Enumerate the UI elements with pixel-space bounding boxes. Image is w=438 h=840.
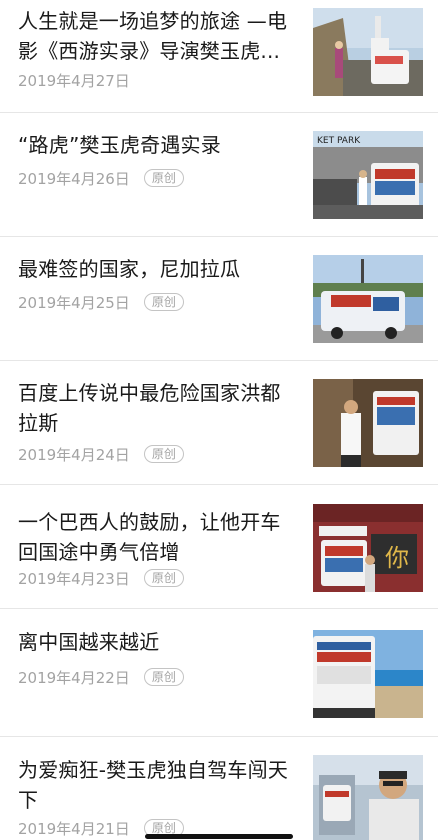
article-thumbnail[interactable] — [313, 8, 423, 96]
article-date: 2019年4月21日 — [18, 819, 130, 838]
article-meta: 2019年4月25日 原创 — [18, 291, 184, 313]
article-title[interactable]: 一个巴西人的鼓励，让他开车回国途中勇气倍增 — [18, 507, 300, 567]
article-item[interactable]: 人生就是一场追梦的旅途 —电影《西游实录》导演樊玉虎... 2019年4月27日 — [0, 0, 438, 113]
article-date: 2019年4月25日 — [18, 293, 130, 312]
thumbnail-image — [313, 630, 423, 718]
article-meta: 2019年4月22日 原创 — [18, 666, 184, 688]
original-badge: 原创 — [143, 445, 184, 463]
article-thumbnail[interactable]: KET PARK — [313, 131, 423, 219]
thumbnail-image — [313, 755, 423, 840]
article-date: 2019年4月22日 — [18, 668, 130, 687]
article-title[interactable]: 离中国越来越近 — [18, 627, 300, 657]
home-indicator[interactable] — [145, 834, 293, 839]
thumbnail-image — [313, 379, 423, 467]
article-meta: 2019年4月23日 原创 — [18, 567, 184, 589]
thumbnail-image — [313, 255, 423, 343]
article-thumbnail[interactable] — [313, 379, 423, 467]
article-title[interactable]: 最难签的国家，尼加拉瓜 — [18, 254, 300, 284]
article-item[interactable]: 一个巴西人的鼓励，让他开车回国途中勇气倍增 2019年4月23日 原创 你 — [0, 485, 438, 609]
article-title[interactable]: “路虎”樊玉虎奇遇实录 — [18, 130, 300, 160]
article-item[interactable]: 为爱痴狂-樊玉虎独自驾车闯天下 2019年4月21日 原创 — [0, 737, 438, 840]
article-date: 2019年4月23日 — [18, 569, 130, 588]
original-badge: 原创 — [143, 569, 184, 587]
article-title[interactable]: 百度上传说中最危险国家洪都拉斯 — [18, 378, 300, 438]
article-thumbnail[interactable] — [313, 630, 423, 718]
sign-ni-text: 你 — [385, 544, 409, 572]
original-badge: 原创 — [143, 668, 184, 686]
article-date: 2019年4月24日 — [18, 445, 130, 464]
article-title[interactable]: 人生就是一场追梦的旅途 —电影《西游实录》导演樊玉虎... — [18, 6, 300, 66]
article-list: 人生就是一场追梦的旅途 —电影《西游实录》导演樊玉虎... 2019年4月27日… — [0, 0, 438, 840]
thumbnail-image — [313, 8, 423, 96]
article-meta: 2019年4月24日 原创 — [18, 443, 184, 465]
article-date: 2019年4月26日 — [18, 169, 130, 188]
article-thumbnail[interactable] — [313, 755, 423, 840]
article-thumbnail[interactable] — [313, 255, 423, 343]
original-badge: 原创 — [143, 169, 184, 187]
original-badge: 原创 — [143, 293, 184, 311]
article-item[interactable]: 最难签的国家，尼加拉瓜 2019年4月25日 原创 — [0, 237, 438, 361]
thumbnail-image: KET PARK — [313, 131, 423, 219]
article-date: 2019年4月27日 — [18, 71, 130, 90]
article-item[interactable]: 离中国越来越近 2019年4月22日 原创 — [0, 609, 438, 737]
article-item[interactable]: 百度上传说中最危险国家洪都拉斯 2019年4月24日 原创 — [0, 361, 438, 485]
article-title[interactable]: 为爱痴狂-樊玉虎独自驾车闯天下 — [18, 755, 300, 815]
article-meta: 2019年4月27日 — [18, 69, 130, 91]
thumbnail-image: 你 — [313, 504, 423, 592]
article-item[interactable]: “路虎”樊玉虎奇遇实录 2019年4月26日 原创 KET PARK — [0, 113, 438, 237]
article-thumbnail[interactable]: 你 — [313, 504, 423, 592]
article-meta: 2019年4月26日 原创 — [18, 167, 184, 189]
park-sign-text: KET PARK — [317, 136, 361, 146]
